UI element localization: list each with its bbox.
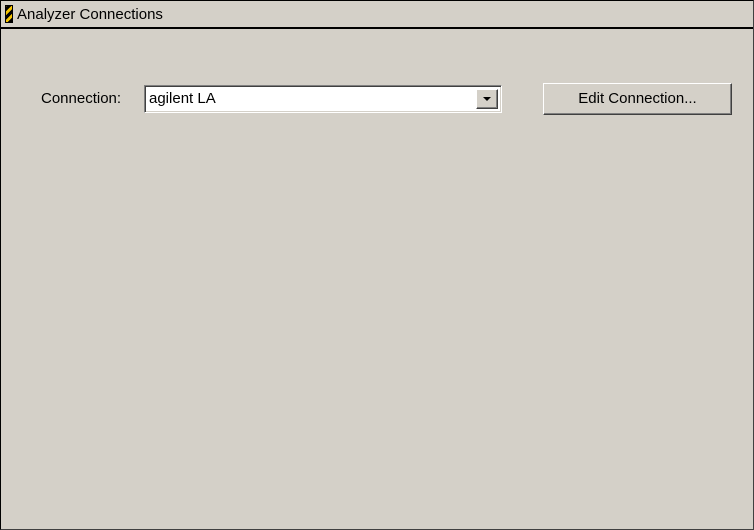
connection-label: Connection: <box>41 90 122 107</box>
analyzer-connections-panel: Analyzer Connections Connection: agilent… <box>0 0 754 530</box>
connection-select[interactable]: agilent LA <box>144 85 502 113</box>
window-title: Analyzer Connections <box>17 6 163 23</box>
connection-dropdown-button[interactable] <box>476 89 498 109</box>
edit-connection-button[interactable]: Edit Connection... <box>543 83 732 115</box>
chevron-down-icon <box>483 97 491 101</box>
analyzer-app-icon <box>5 5 13 23</box>
title-bar: Analyzer Connections <box>1 1 753 29</box>
connection-select-value: agilent LA <box>149 90 216 107</box>
